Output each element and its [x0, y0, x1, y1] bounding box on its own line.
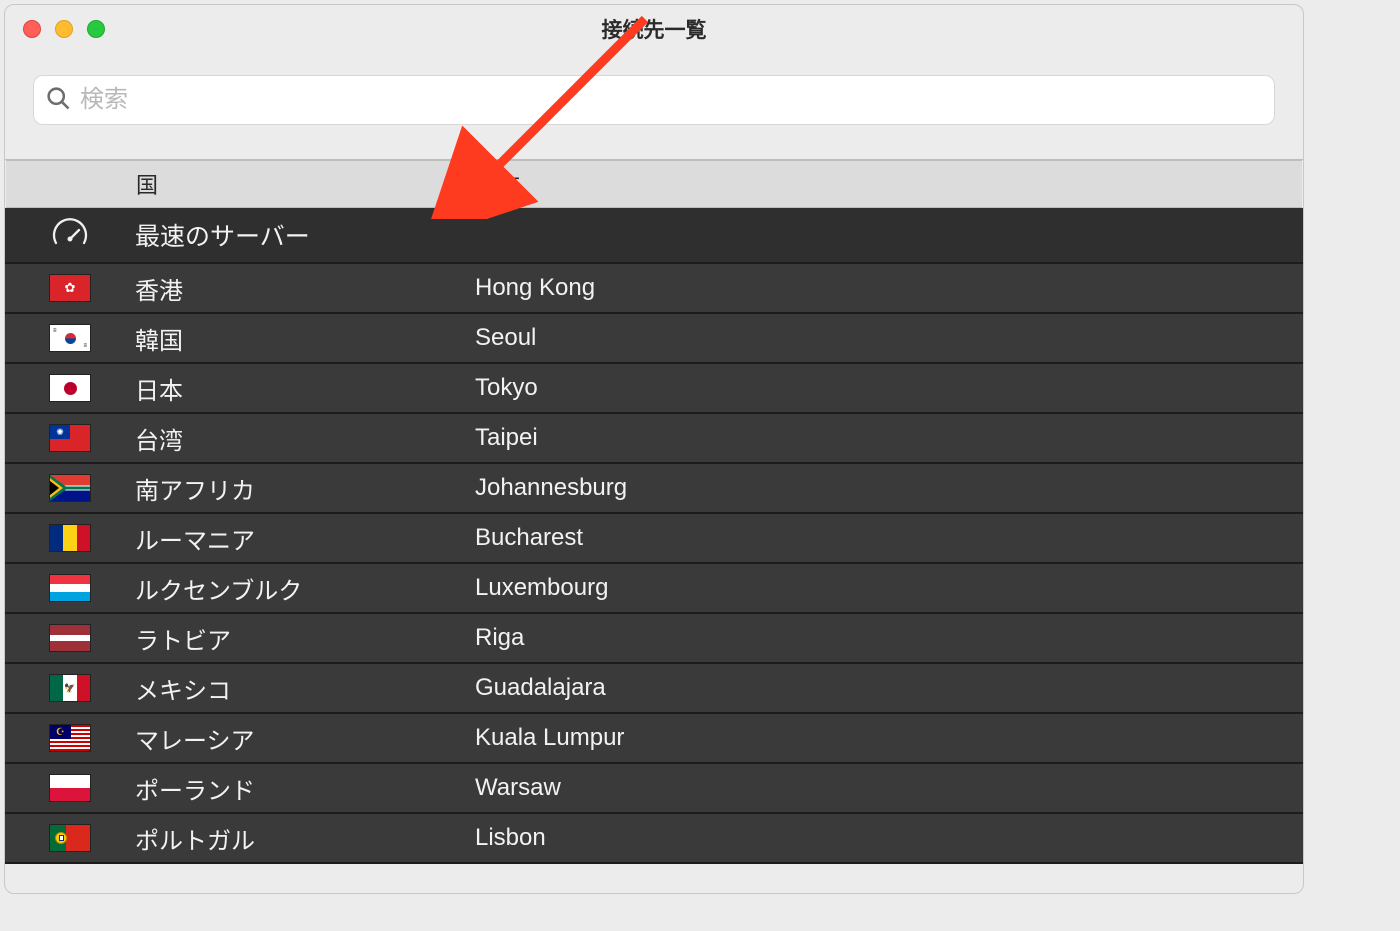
- fastest-label: 最速のサーバー: [135, 217, 475, 253]
- titlebar: 接続先一覧: [5, 5, 1303, 53]
- zoom-button[interactable]: [87, 20, 105, 38]
- city-label: Hong Kong: [475, 274, 1293, 302]
- flag-icon: ✺: [5, 425, 135, 451]
- server-row[interactable]: ルクセンブルクLuxembourg: [5, 564, 1303, 614]
- city-label: Luxembourg: [475, 574, 1293, 602]
- flag-icon: [5, 375, 135, 401]
- server-row[interactable]: ポーランドWarsaw: [5, 764, 1303, 814]
- search-icon: [44, 84, 72, 117]
- fastest-server-row[interactable]: 最速のサーバー: [5, 208, 1303, 264]
- server-table: 国 都市 最速のサーバー ✿香港Hong Kong≡≡韓国Seoul日本Toky…: [5, 159, 1303, 864]
- speedometer-icon: [5, 215, 135, 255]
- search-input[interactable]: [80, 86, 1264, 114]
- traffic-lights: [23, 20, 105, 38]
- server-row[interactable]: ☪マレーシアKuala Lumpur: [5, 714, 1303, 764]
- server-row[interactable]: ✿香港Hong Kong: [5, 264, 1303, 314]
- country-label: ルクセンブルク: [135, 571, 475, 606]
- flag-icon: [5, 775, 135, 801]
- city-label: Seoul: [475, 324, 1293, 352]
- minimize-button[interactable]: [55, 20, 73, 38]
- flag-icon: [5, 475, 135, 501]
- city-label: Tokyo: [475, 374, 1293, 402]
- country-label: ラトビア: [135, 621, 475, 656]
- city-label: Johannesburg: [475, 474, 1293, 502]
- app-window: 接続先一覧 国 都市: [4, 4, 1304, 894]
- city-label: Guadalajara: [475, 674, 1293, 702]
- server-row[interactable]: ルーマニアBucharest: [5, 514, 1303, 564]
- server-row[interactable]: ✺台湾Taipei: [5, 414, 1303, 464]
- flag-icon: ✿: [5, 275, 135, 301]
- country-label: ルーマニア: [135, 521, 475, 556]
- flag-icon: 🦅: [5, 675, 135, 701]
- table-body: 最速のサーバー ✿香港Hong Kong≡≡韓国Seoul日本Tokyo✺台湾T…: [5, 208, 1303, 864]
- country-label: 韓国: [135, 321, 475, 356]
- flag-icon: [5, 825, 135, 851]
- country-label: ポーランド: [135, 771, 475, 806]
- country-label: 日本: [135, 371, 475, 406]
- country-label: ポルトガル: [135, 821, 475, 856]
- header-city[interactable]: 都市: [476, 168, 1302, 200]
- table-header: 国 都市: [6, 160, 1302, 208]
- flag-icon: [5, 525, 135, 551]
- country-label: 香港: [135, 271, 475, 306]
- server-row[interactable]: ラトビアRiga: [5, 614, 1303, 664]
- server-row[interactable]: 日本Tokyo: [5, 364, 1303, 414]
- window-title: 接続先一覧: [5, 14, 1303, 44]
- flag-icon: [5, 575, 135, 601]
- flag-icon: ≡≡: [5, 325, 135, 351]
- server-row[interactable]: ポルトガルLisbon: [5, 814, 1303, 864]
- server-row[interactable]: 南アフリカJohannesburg: [5, 464, 1303, 514]
- header-country[interactable]: 国: [136, 168, 476, 200]
- city-label: Bucharest: [475, 524, 1293, 552]
- flag-icon: [5, 625, 135, 651]
- country-label: マレーシア: [135, 721, 475, 756]
- city-label: Warsaw: [475, 774, 1293, 802]
- city-label: Riga: [475, 624, 1293, 652]
- country-label: メキシコ: [135, 671, 475, 706]
- country-label: 南アフリカ: [135, 471, 475, 506]
- search-field[interactable]: [33, 75, 1275, 125]
- city-label: Lisbon: [475, 824, 1293, 852]
- search-region: [5, 53, 1303, 159]
- flag-icon: ☪: [5, 725, 135, 751]
- city-label: Taipei: [475, 424, 1293, 452]
- close-button[interactable]: [23, 20, 41, 38]
- city-label: Kuala Lumpur: [475, 724, 1293, 752]
- server-row[interactable]: ≡≡韓国Seoul: [5, 314, 1303, 364]
- country-label: 台湾: [135, 421, 475, 456]
- server-row[interactable]: 🦅メキシコGuadalajara: [5, 664, 1303, 714]
